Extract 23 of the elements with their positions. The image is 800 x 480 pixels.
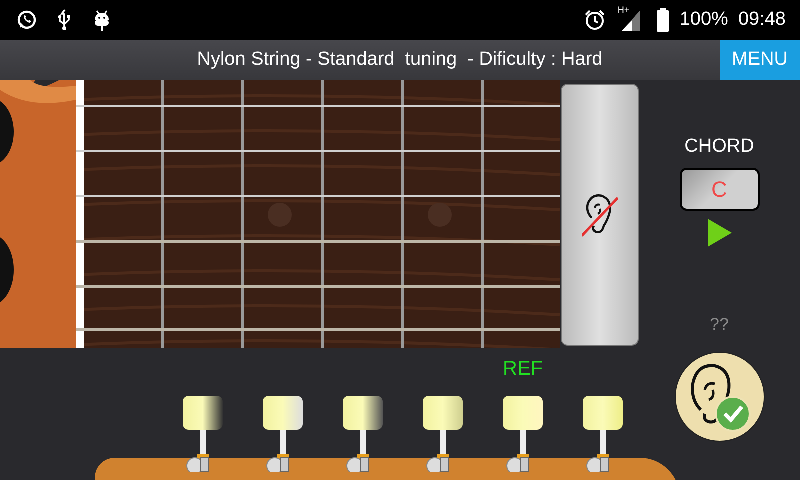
play-button[interactable] — [708, 219, 732, 247]
clock: 09:48 — [738, 9, 786, 31]
chord-label: CHORD — [684, 136, 754, 158]
hint-text: ?? — [710, 315, 729, 335]
chord-button[interactable]: C — [680, 168, 760, 211]
fretboard-drawing[interactable] — [76, 80, 560, 348]
battery-icon — [656, 8, 670, 32]
alarm-icon — [584, 9, 606, 31]
mute-button[interactable] — [561, 84, 639, 346]
battery-level: 100% — [680, 9, 728, 31]
robot-icon — [92, 9, 112, 31]
menu-button[interactable]: MENU — [720, 40, 800, 80]
tuning-peg[interactable] — [181, 396, 225, 472]
tuning-peg[interactable] — [501, 396, 545, 472]
tuning-peg[interactable] — [581, 396, 625, 472]
muted-ear-icon — [582, 192, 618, 238]
tuning-peg[interactable] — [261, 396, 305, 472]
network-type: H+ — [618, 5, 630, 15]
tuning-peg[interactable] — [421, 396, 465, 472]
tuning-peg[interactable] — [341, 396, 385, 472]
reference-label: REF — [503, 358, 543, 382]
chat-icon — [16, 9, 38, 31]
window-title: Nylon String - Standard tuning - Dificulty : Hard — [196, 49, 604, 71]
